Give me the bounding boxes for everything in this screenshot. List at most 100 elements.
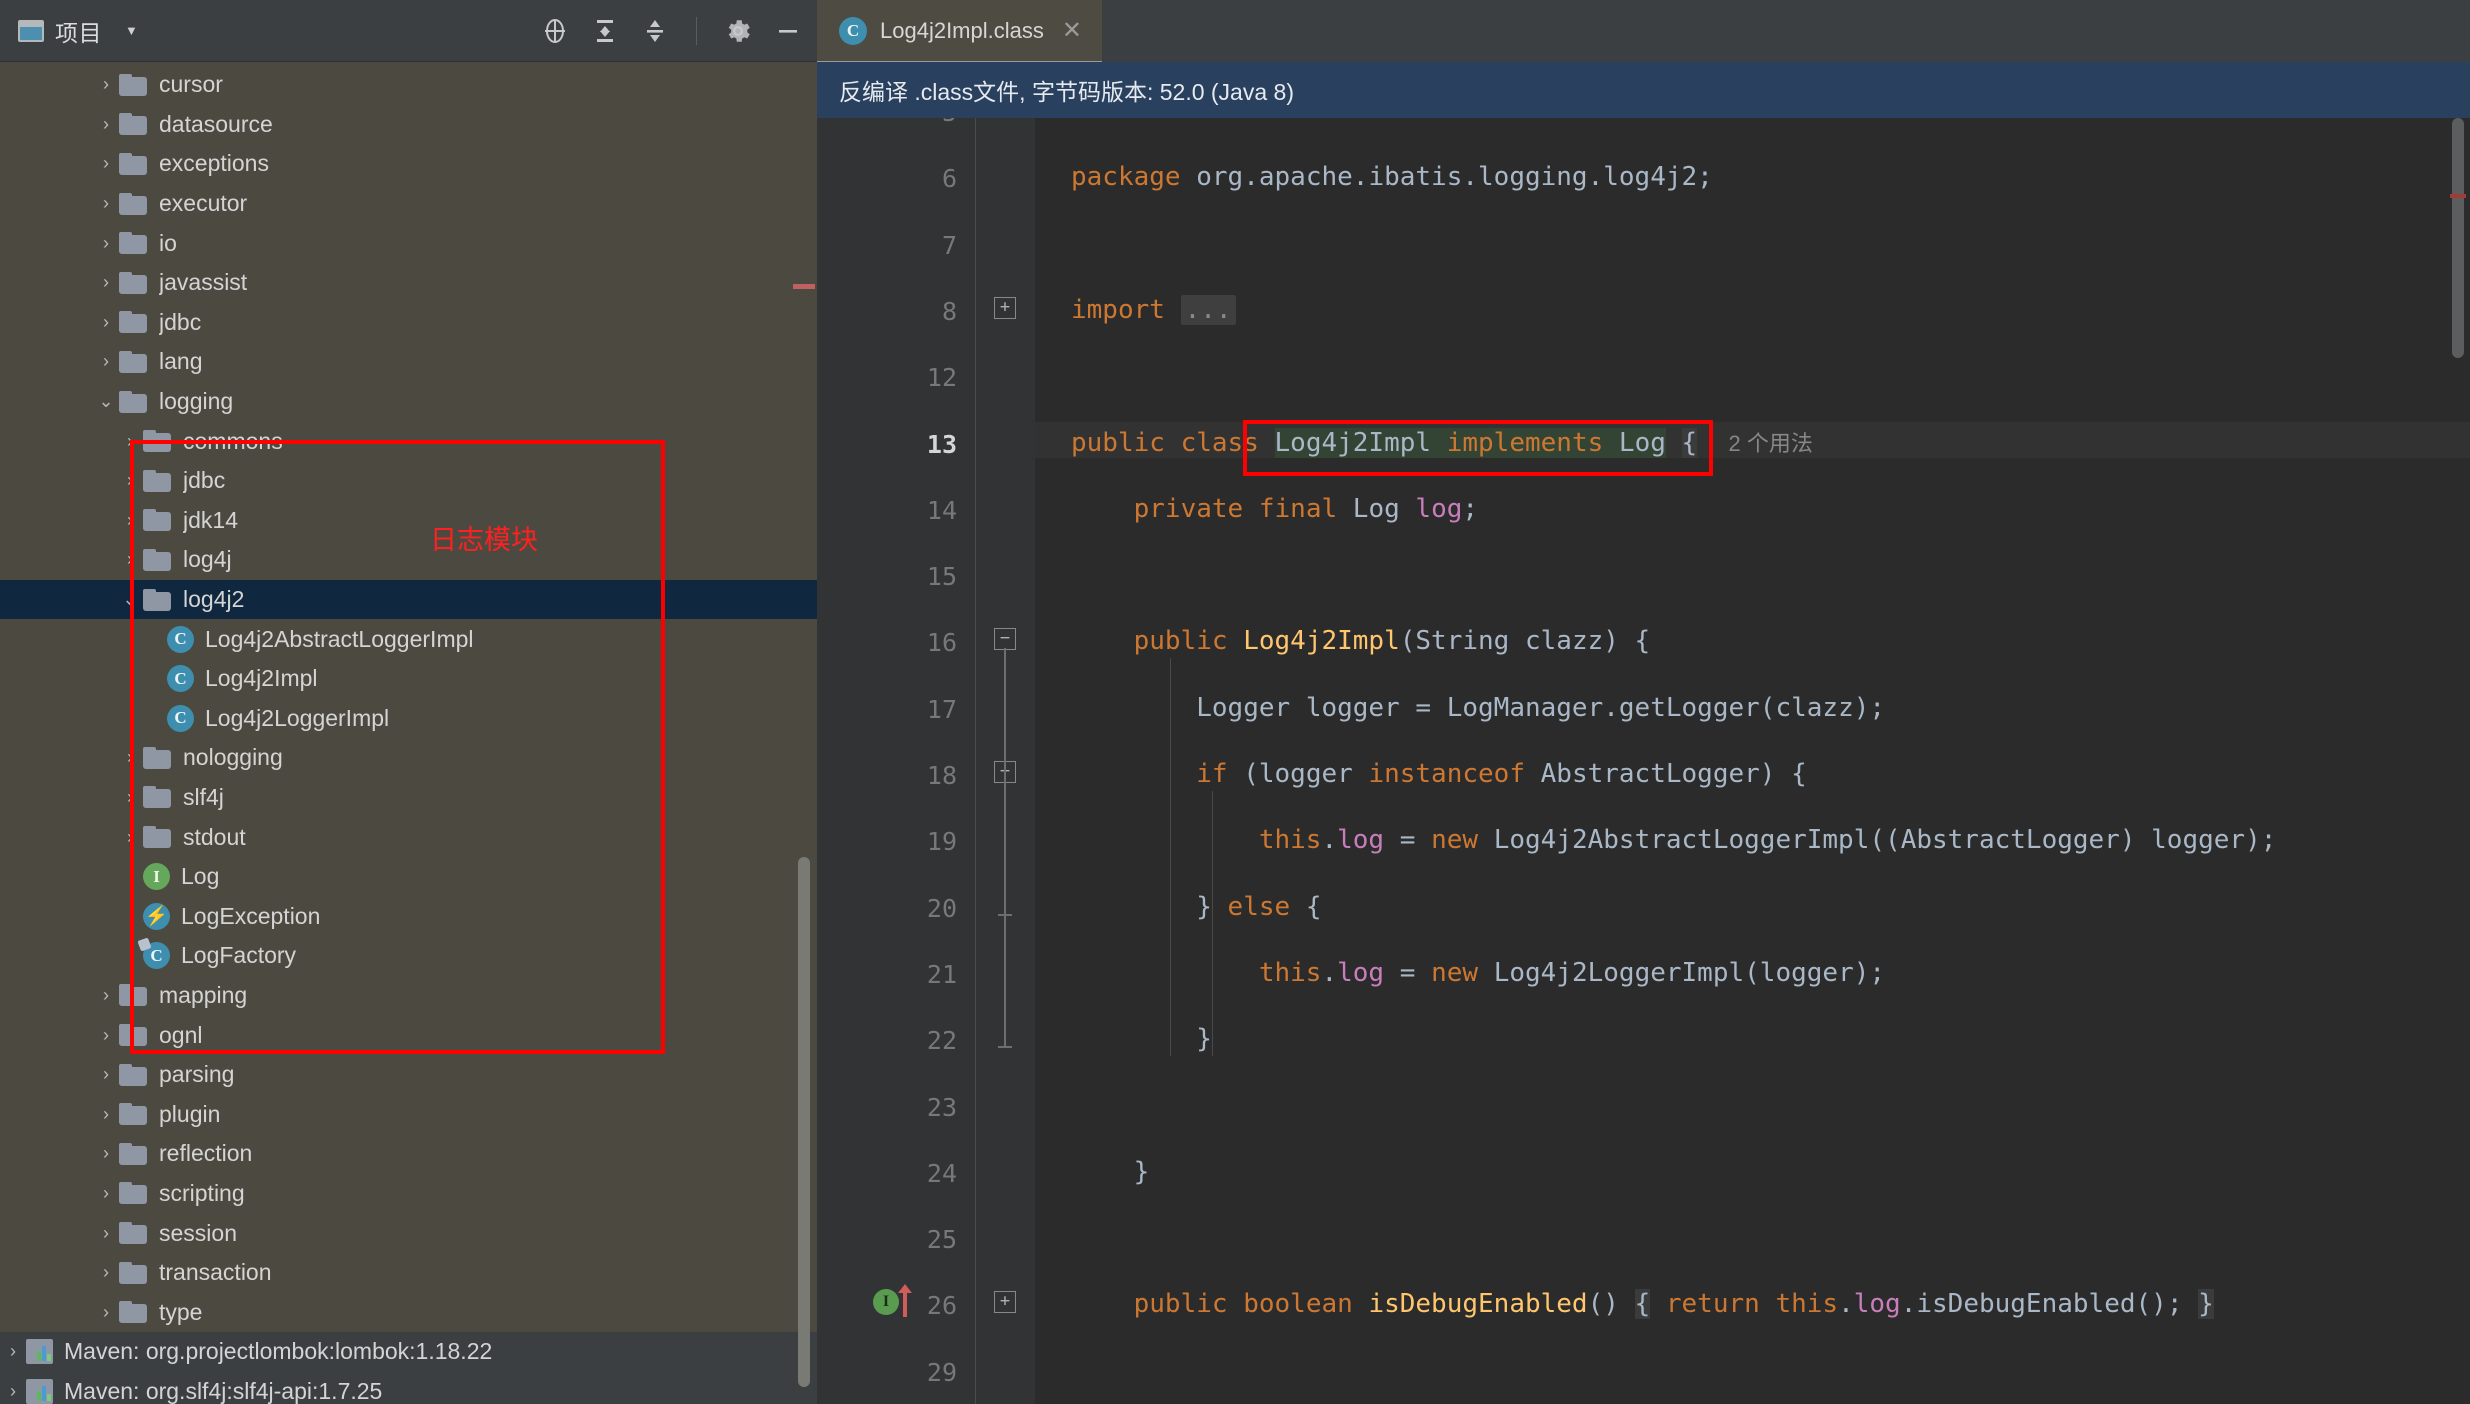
tree-row[interactable]: › parsing	[0, 1055, 817, 1095]
chevron-right-icon[interactable]: ›	[117, 431, 143, 452]
tree-row[interactable]: › stdout	[0, 817, 817, 857]
folder-icon	[119, 192, 147, 215]
chevron-down-icon[interactable]: ▼	[125, 23, 138, 38]
tree-row[interactable]: ⌄ log4j2	[0, 579, 817, 620]
chevron-right-icon[interactable]: ›	[93, 193, 119, 214]
chevron-right-icon[interactable]: ›	[117, 510, 143, 531]
tree-row[interactable]: › executor	[0, 184, 817, 224]
tab-label: Log4j2Impl.class	[880, 18, 1044, 43]
tree-row[interactable]: ›CLog4j2Impl	[0, 659, 817, 699]
tree-row[interactable]: › transaction	[0, 1253, 817, 1293]
line-number-gutter[interactable]: 5678121314151617181920212223242526293033…	[817, 118, 975, 1404]
tree-row[interactable]: › scripting	[0, 1174, 817, 1214]
code-line: }	[1133, 1156, 1150, 1187]
settings-gear-icon[interactable]	[723, 16, 753, 46]
chevron-right-icon[interactable]: ›	[93, 1183, 119, 1204]
tree-row[interactable]: ›CLogFactory	[0, 936, 817, 976]
annotation-text-logging-module: 日志模块	[430, 525, 538, 555]
tree-row[interactable]: › session	[0, 1213, 817, 1253]
chevron-right-icon[interactable]: ›	[117, 747, 143, 768]
tree-row[interactable]: › reflection	[0, 1134, 817, 1174]
chevron-right-icon[interactable]: ›	[93, 1104, 119, 1125]
sidebar-scrollbar-thumb[interactable]	[798, 857, 810, 1387]
collapse-all-icon[interactable]	[640, 16, 670, 46]
tree-row[interactable]: › cursor	[0, 65, 817, 105]
chevron-right-icon[interactable]: ›	[93, 985, 119, 1006]
tree-row[interactable]: ⌄ logging	[0, 382, 817, 422]
line-number: 6	[941, 164, 957, 194]
indent-guide	[1170, 658, 1171, 1057]
tab-log4j2impl-class[interactable]: C Log4j2Impl.class ✕	[817, 0, 1102, 65]
java-class-icon: C	[167, 665, 194, 693]
tree-row[interactable]: › type	[0, 1292, 817, 1332]
locate-icon[interactable]	[540, 16, 570, 46]
folder-icon	[119, 73, 147, 96]
tree-row[interactable]: › jdbc	[0, 303, 817, 343]
tree-row[interactable]: › exceptions	[0, 144, 817, 184]
chevron-right-icon[interactable]: ›	[93, 1302, 119, 1323]
fold-collapse-icon[interactable]: −	[994, 628, 1016, 651]
chevron-right-icon[interactable]: ›	[93, 153, 119, 174]
tree-row[interactable]: ›ILog	[0, 857, 817, 897]
tree-row[interactable]: ›⚡LogException	[0, 896, 817, 936]
expand-all-icon[interactable]	[590, 16, 620, 46]
folder-icon	[143, 826, 171, 849]
code-line: package org.apache.ibatis.logging.log4j2…	[1071, 162, 1713, 193]
chevron-right-icon[interactable]: ›	[93, 114, 119, 135]
project-toolwindow-title[interactable]: 项目 ▼	[18, 14, 138, 48]
tree-row[interactable]: › datasource	[0, 105, 817, 145]
chevron-right-icon[interactable]: ›	[117, 827, 143, 848]
tree-row[interactable]: › commons	[0, 421, 817, 461]
close-icon[interactable]: ✕	[1062, 19, 1082, 43]
chevron-down-icon[interactable]: ⌄	[117, 589, 143, 610]
implementing-method-icon[interactable]: I	[873, 1289, 899, 1316]
tree-row[interactable]: › nologging	[0, 738, 817, 778]
chevron-right-icon[interactable]: ›	[93, 1262, 119, 1283]
chevron-right-icon[interactable]: ›	[117, 787, 143, 808]
tree-row[interactable]: ›CLog4j2LoggerImpl	[0, 699, 817, 739]
tree-row[interactable]: › log4j	[0, 540, 817, 580]
chevron-right-icon[interactable]: ›	[0, 1341, 26, 1362]
tree-row[interactable]: › jdbc	[0, 461, 817, 501]
chevron-right-icon[interactable]: ›	[93, 1223, 119, 1244]
chevron-right-icon[interactable]: ›	[93, 1143, 119, 1164]
tree-row[interactable]: › slf4j	[0, 778, 817, 818]
chevron-right-icon[interactable]: ›	[0, 1381, 26, 1402]
chevron-right-icon[interactable]: ›	[93, 74, 119, 95]
chevron-right-icon[interactable]: ›	[93, 1025, 119, 1046]
line-number: 17	[926, 694, 957, 724]
chevron-right-icon[interactable]: ›	[93, 233, 119, 254]
code-folding-gutter[interactable]: −−+++++	[975, 118, 1035, 1404]
chevron-down-icon[interactable]: ⌄	[93, 391, 119, 412]
chevron-right-icon[interactable]: ›	[93, 351, 119, 372]
override-arrow-icon[interactable]	[898, 1284, 912, 1318]
tree-row-label: transaction	[159, 1259, 272, 1286]
fold-expand-icon[interactable]: +	[994, 296, 1016, 319]
code-line: public Log4j2Impl(String clazz) {	[1133, 626, 1651, 657]
fold-expand-icon[interactable]: +	[994, 1291, 1016, 1314]
tree-row[interactable]: › jdk14	[0, 501, 817, 541]
editor-scrollbar-thumb[interactable]	[2452, 118, 2464, 358]
tree-row-label: plugin	[159, 1100, 221, 1127]
tree-row-label: Log4j2Impl	[205, 665, 318, 692]
chevron-right-icon[interactable]: ›	[93, 1064, 119, 1085]
tree-row[interactable]: › lang	[0, 342, 817, 382]
code-content[interactable]: package org.apache.ibatis.logging.log4j2…	[1035, 118, 2470, 1404]
folder-icon	[119, 984, 147, 1007]
chevron-right-icon[interactable]: ›	[93, 312, 119, 333]
chevron-right-icon[interactable]: ›	[117, 549, 143, 570]
tree-row-maven-dependency[interactable]: › Maven: org.projectlombok:lombok:1.18.22	[0, 1332, 817, 1372]
folder-icon	[143, 588, 171, 611]
tree-row[interactable]: › mapping	[0, 976, 817, 1016]
hide-window-icon[interactable]	[773, 16, 803, 46]
chevron-right-icon[interactable]: ›	[93, 272, 119, 293]
tree-row-maven-dependency[interactable]: › Maven: org.slf4j:slf4j-api:1.7.25	[0, 1371, 817, 1404]
tree-row[interactable]: › ognl	[0, 1015, 817, 1055]
tree-row[interactable]: › javassist	[0, 263, 817, 303]
tree-row[interactable]: › io	[0, 223, 817, 263]
code-line: }	[1196, 1024, 1212, 1055]
java-exception-icon: ⚡	[143, 902, 170, 930]
tree-row[interactable]: › plugin	[0, 1094, 817, 1134]
tree-row[interactable]: ›CLog4j2AbstractLoggerImpl	[0, 619, 817, 659]
chevron-right-icon[interactable]: ›	[117, 470, 143, 491]
